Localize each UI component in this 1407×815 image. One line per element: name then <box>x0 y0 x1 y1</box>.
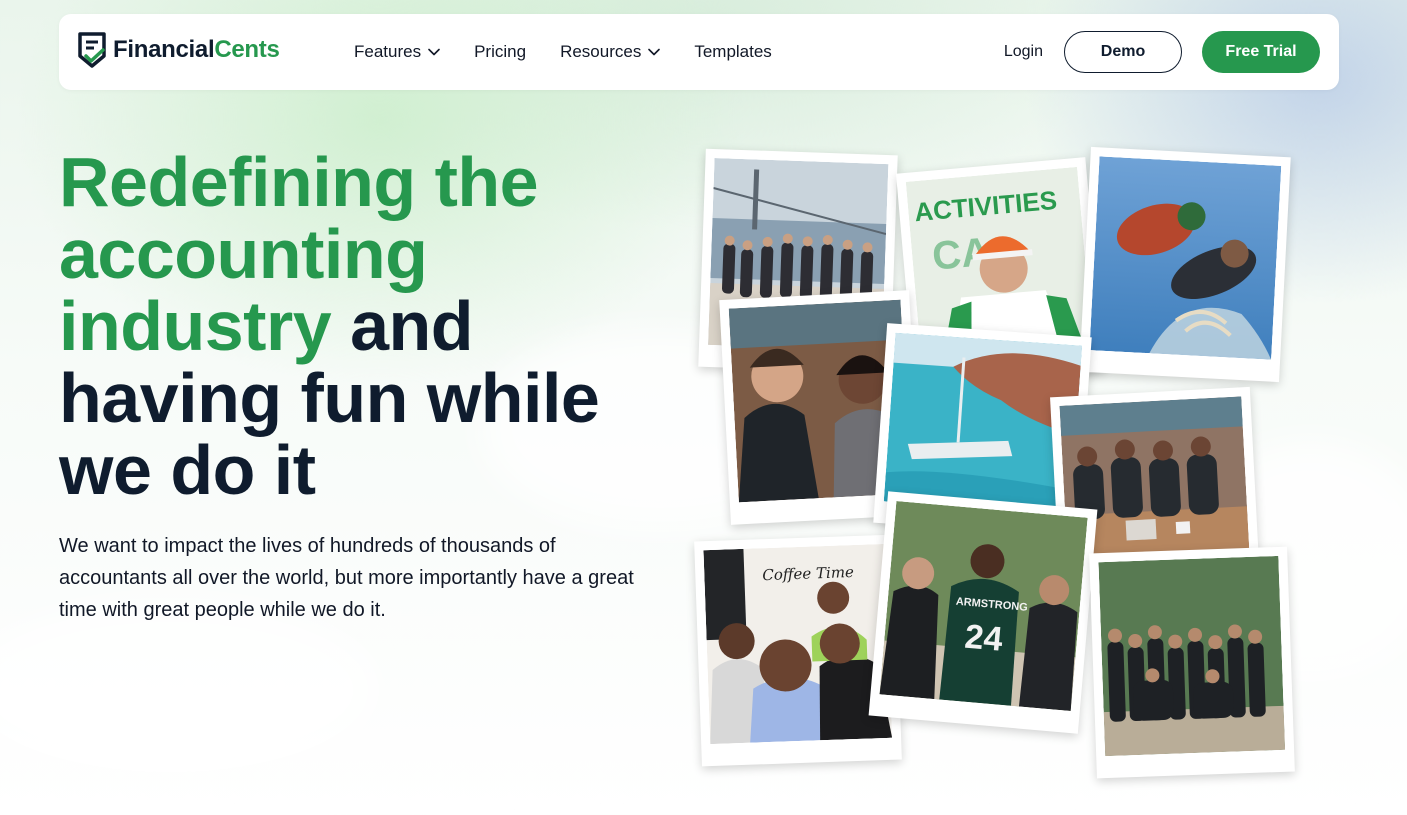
nav-templates[interactable]: Templates <box>694 42 771 62</box>
nav-features[interactable]: Features <box>354 42 440 62</box>
logo[interactable]: FinancialCents <box>77 32 280 68</box>
free-trial-button[interactable]: Free Trial <box>1202 31 1320 73</box>
jersey-number-text: 24 <box>963 618 1004 659</box>
team-photo-group <box>1098 555 1286 757</box>
nav-resources[interactable]: Resources <box>560 42 661 62</box>
logo-text: FinancialCents <box>113 36 280 63</box>
demo-button[interactable]: Demo <box>1064 31 1182 73</box>
team-photo-coffee-time: Coffee Time <box>703 543 893 745</box>
photo-card: Coffee Time <box>694 534 902 767</box>
photo-card <box>1079 146 1291 383</box>
team-photo-jersey: ARMSTRONG 24 <box>879 501 1088 712</box>
hero-description: We want to impact the lives of hundreds … <box>59 535 634 621</box>
photo-card <box>1089 546 1295 779</box>
login-link[interactable]: Login <box>1004 43 1043 61</box>
background-cloud <box>0 600 380 780</box>
nav-pricing[interactable]: Pricing <box>474 42 526 62</box>
main-nav-links: Features Pricing Resources Templates <box>354 14 806 90</box>
nav-actions: Login Demo Free Trial <box>1004 31 1320 73</box>
team-photo-skydiving <box>1089 156 1282 360</box>
logo-icon <box>78 32 106 68</box>
nav-features-label: Features <box>354 42 422 61</box>
chevron-down-icon <box>648 48 661 56</box>
hero-title: Redefining the accounting industry and h… <box>59 146 679 506</box>
photo-card: ARMSTRONG 24 <box>868 491 1098 734</box>
top-nav: FinancialCents Features Pricing Resource… <box>59 14 1339 90</box>
nav-pricing-label: Pricing <box>474 42 527 61</box>
coffee-time-text: Coffee Time <box>762 563 854 584</box>
nav-templates-label: Templates <box>694 42 772 61</box>
nav-resources-label: Resources <box>560 42 642 61</box>
chevron-down-icon <box>428 48 440 56</box>
